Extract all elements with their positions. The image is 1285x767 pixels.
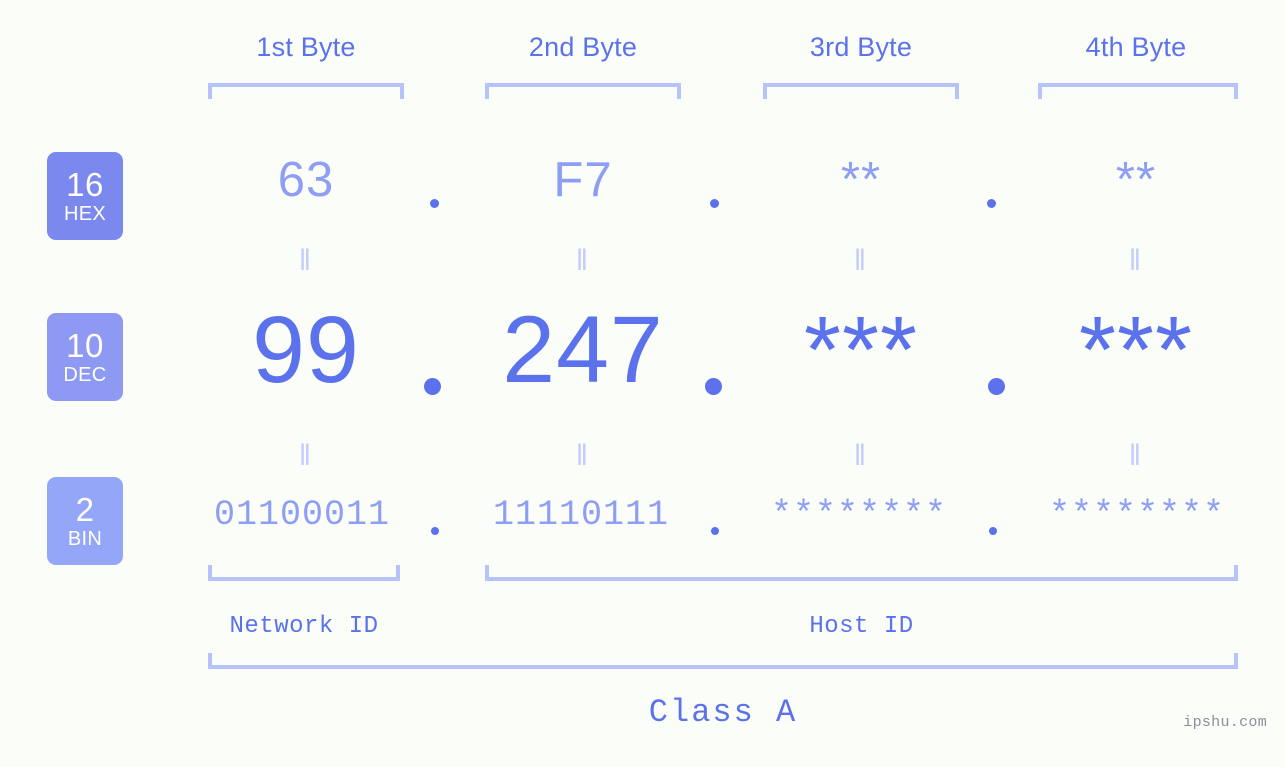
- byte-bracket-top-1: [208, 83, 404, 99]
- bin-separator-dot-2: [711, 527, 719, 535]
- byte-bracket-top-3: [763, 83, 959, 99]
- bin-separator-dot-1: [431, 527, 439, 535]
- hex-byte-2: F7: [553, 153, 613, 207]
- host-id-bracket: [485, 565, 1238, 581]
- bin-byte-3: ********: [770, 495, 948, 535]
- base-badge-bin-name: BIN: [67, 528, 103, 550]
- dec-byte-3: ***: [804, 297, 918, 403]
- site-watermark: ipshu.com: [1183, 714, 1267, 731]
- equality-mark-decbin-3: ‖: [853, 439, 869, 472]
- base-badge-dec: 10 DEC: [47, 313, 123, 401]
- equality-mark-hexdec-1: ‖: [298, 244, 314, 277]
- ip-address-breakdown-diagram: 1st Byte 2nd Byte 3rd Byte 4th Byte 16 H…: [0, 0, 1285, 767]
- byte-header-3: 3rd Byte: [809, 32, 913, 62]
- dec-byte-1: 99: [252, 297, 360, 403]
- host-id-label: Host ID: [809, 613, 914, 640]
- base-badge-dec-number: 10: [66, 327, 104, 364]
- base-badge-hex-number: 16: [66, 166, 104, 203]
- class-label: Class A: [648, 694, 798, 731]
- equality-mark-hexdec-4: ‖: [1128, 244, 1144, 277]
- byte-bracket-top-4: [1038, 83, 1238, 99]
- bin-byte-4: ********: [1048, 495, 1226, 535]
- byte-header-1: 1st Byte: [256, 32, 356, 62]
- class-bracket: [208, 653, 1238, 669]
- bin-byte-2: 11110111: [492, 495, 670, 535]
- base-badge-hex: 16 HEX: [47, 152, 123, 240]
- base-badge-bin-number: 2: [75, 491, 95, 528]
- equality-mark-hexdec-3: ‖: [853, 244, 869, 277]
- base-badge-hex-name: HEX: [63, 203, 107, 225]
- dec-byte-4: ***: [1079, 297, 1193, 403]
- hex-byte-3: **: [840, 153, 882, 207]
- network-id-label: Network ID: [229, 613, 379, 640]
- hex-separator-dot-2: [710, 199, 719, 208]
- base-badge-dec-name: DEC: [63, 364, 107, 386]
- byte-header-4: 4th Byte: [1085, 32, 1187, 62]
- dec-byte-2: 247: [502, 297, 664, 403]
- equality-mark-decbin-1: ‖: [298, 439, 314, 472]
- hex-separator-dot-3: [987, 199, 996, 208]
- dec-separator-dot-1: [424, 378, 441, 395]
- equality-mark-decbin-2: ‖: [575, 439, 591, 472]
- dec-separator-dot-3: [988, 378, 1005, 395]
- equality-mark-hexdec-2: ‖: [575, 244, 591, 277]
- byte-bracket-top-2: [485, 83, 681, 99]
- bin-separator-dot-3: [989, 527, 997, 535]
- byte-header-2: 2nd Byte: [528, 32, 638, 62]
- base-badge-bin: 2 BIN: [47, 477, 123, 565]
- equality-mark-decbin-4: ‖: [1128, 439, 1144, 472]
- dec-separator-dot-2: [705, 378, 722, 395]
- hex-separator-dot-1: [430, 199, 439, 208]
- bin-byte-1: 01100011: [213, 495, 391, 535]
- network-id-bracket: [208, 565, 400, 581]
- hex-byte-1: 63: [277, 153, 335, 207]
- hex-byte-4: **: [1115, 153, 1157, 207]
